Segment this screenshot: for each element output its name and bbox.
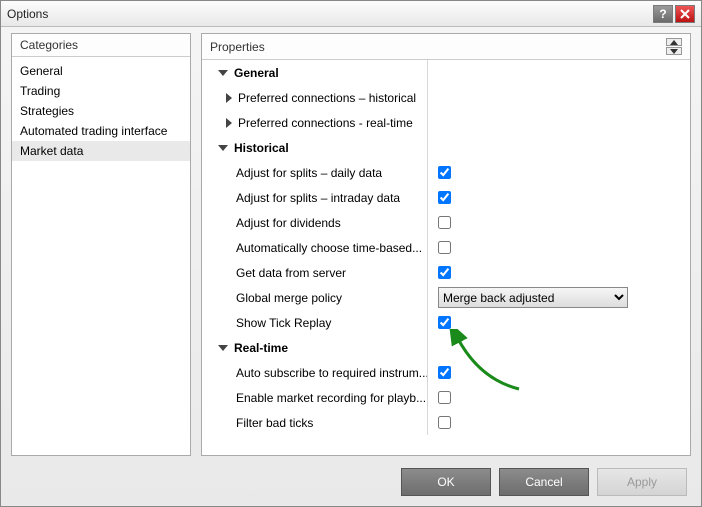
property-label-text: Global merge policy: [236, 291, 342, 305]
properties-grid: General Preferred connections – historica…: [202, 60, 690, 455]
property-group-header[interactable]: Real-time: [202, 341, 427, 355]
property-row: Auto subscribe to required instrum...: [202, 360, 690, 385]
apply-button[interactable]: Apply: [597, 468, 687, 496]
property-checkbox[interactable]: [438, 316, 451, 329]
property-label: Enable market recording for playb...: [202, 391, 427, 405]
group-label: General: [234, 66, 279, 80]
property-select[interactable]: Merge back adjusted: [438, 287, 628, 308]
property-label: Filter bad ticks: [202, 416, 427, 430]
window-title: Options: [7, 7, 651, 21]
property-label-text: Preferred connections – historical: [238, 91, 416, 105]
property-checkbox[interactable]: [438, 241, 451, 254]
properties-header-label: Properties: [210, 40, 265, 54]
property-label-text: Get data from server: [236, 266, 346, 280]
property-row: Show Tick Replay: [202, 310, 690, 335]
property-row: Enable market recording for playb...: [202, 385, 690, 410]
property-checkbox[interactable]: [438, 391, 451, 404]
property-checkbox[interactable]: [438, 166, 451, 179]
property-label-text: Automatically choose time-based...: [236, 241, 422, 255]
chevron-down-icon: [218, 345, 228, 351]
ok-button[interactable]: OK: [401, 468, 491, 496]
group-label: Historical: [234, 141, 289, 155]
property-group-header[interactable]: General: [202, 66, 427, 80]
property-checkbox[interactable]: [438, 266, 451, 279]
categories-panel: Categories GeneralTradingStrategiesAutom…: [11, 33, 191, 456]
property-label: Preferred connections – historical: [202, 91, 427, 105]
categories-list: GeneralTradingStrategiesAutomated tradin…: [12, 57, 190, 455]
properties-panel: Properties General Preferred connections …: [201, 33, 691, 456]
property-row: Preferred connections – historical: [202, 85, 690, 110]
property-row: Filter bad ticks: [202, 410, 690, 435]
property-label: Auto subscribe to required instrum...: [202, 366, 427, 380]
property-label-text: Adjust for splits – intraday data: [236, 191, 400, 205]
category-item[interactable]: General: [12, 61, 190, 81]
property-checkbox[interactable]: [438, 416, 451, 429]
property-label-text: Enable market recording for playb...: [236, 391, 426, 405]
property-label-text: Auto subscribe to required instrum...: [236, 366, 427, 380]
close-icon: [680, 9, 690, 19]
property-label: Adjust for dividends: [202, 216, 427, 230]
categories-header: Categories: [12, 34, 190, 57]
property-label: Preferred connections - real-time: [202, 116, 427, 130]
property-label: Global merge policy: [202, 291, 427, 305]
property-row: Get data from server: [202, 260, 690, 285]
spinner-down-icon[interactable]: [666, 47, 682, 55]
property-label: Adjust for splits – intraday data: [202, 191, 427, 205]
cancel-button[interactable]: Cancel: [499, 468, 589, 496]
property-label-text: Filter bad ticks: [236, 416, 313, 430]
spinner-up-icon[interactable]: [666, 38, 682, 46]
options-dialog: Options ? Categories GeneralTradingStrat…: [0, 0, 702, 507]
property-label: Get data from server: [202, 266, 427, 280]
property-row: Automatically choose time-based...: [202, 235, 690, 260]
chevron-down-icon: [218, 70, 228, 76]
category-item[interactable]: Market data: [12, 141, 190, 161]
property-row: Adjust for splits – intraday data: [202, 185, 690, 210]
property-checkbox[interactable]: [438, 366, 451, 379]
chevron-down-icon: [218, 145, 228, 151]
dialog-buttons: OK Cancel Apply: [401, 468, 687, 496]
titlebar: Options ?: [1, 1, 701, 27]
help-button[interactable]: ?: [653, 5, 673, 23]
category-item[interactable]: Trading: [12, 81, 190, 101]
category-item[interactable]: Automated trading interface: [12, 121, 190, 141]
property-label-text: Show Tick Replay: [236, 316, 331, 330]
property-group-header[interactable]: Historical: [202, 141, 427, 155]
property-label: Automatically choose time-based...: [202, 241, 427, 255]
property-row: Real-time: [202, 335, 690, 360]
chevron-right-icon: [226, 118, 232, 128]
property-row: Historical: [202, 135, 690, 160]
group-label: Real-time: [234, 341, 288, 355]
property-label-text: Adjust for dividends: [236, 216, 341, 230]
property-checkbox[interactable]: [438, 216, 451, 229]
property-label-text: Preferred connections - real-time: [238, 116, 413, 130]
property-row: Adjust for splits – daily data: [202, 160, 690, 185]
content-area: Categories GeneralTradingStrategiesAutom…: [11, 33, 691, 456]
category-item[interactable]: Strategies: [12, 101, 190, 121]
property-row: General: [202, 60, 690, 85]
properties-scroll-spinner[interactable]: [666, 38, 682, 55]
property-row: Global merge policy Merge back adjusted: [202, 285, 690, 310]
property-row: Adjust for dividends: [202, 210, 690, 235]
property-label-text: Adjust for splits – daily data: [236, 166, 382, 180]
property-label: Adjust for splits – daily data: [202, 166, 427, 180]
properties-header: Properties: [202, 34, 690, 60]
property-checkbox[interactable]: [438, 191, 451, 204]
chevron-right-icon: [226, 93, 232, 103]
property-label: Show Tick Replay: [202, 316, 427, 330]
close-button[interactable]: [675, 5, 695, 23]
property-row: Preferred connections - real-time: [202, 110, 690, 135]
